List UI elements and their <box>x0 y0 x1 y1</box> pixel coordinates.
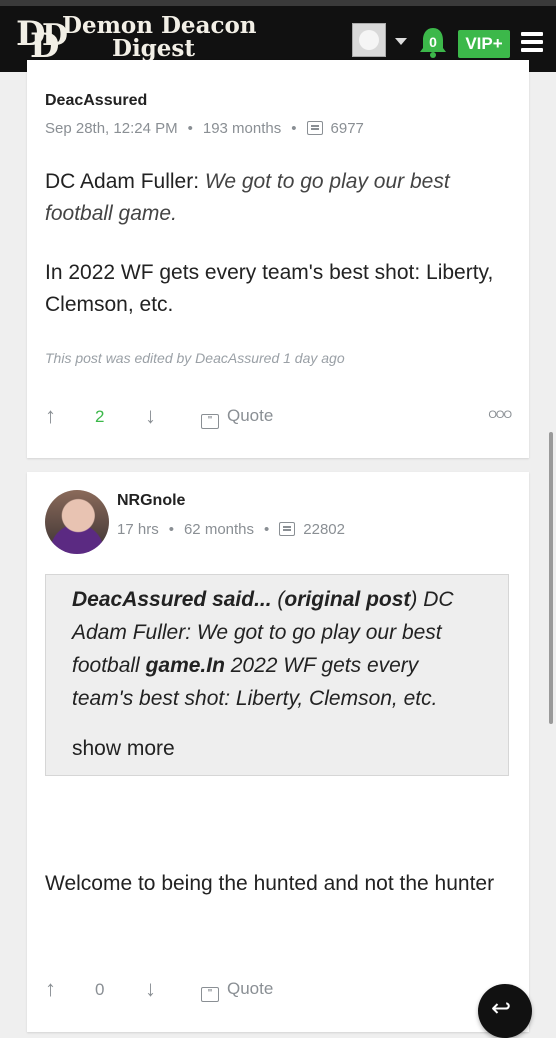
show-more-link[interactable]: show more <box>72 737 175 761</box>
quoted-post: DeacAssured said... (original post) DC A… <box>45 574 509 776</box>
arrow-up-icon[interactable]: ↑ <box>45 403 56 429</box>
more-options-icon[interactable]: OOO <box>488 409 512 421</box>
user-avatar-button[interactable] <box>352 23 386 57</box>
hamburger-menu-icon[interactable] <box>521 32 543 52</box>
post-count: 6977 <box>330 120 364 137</box>
quote-button[interactable]: " Quote <box>201 406 273 429</box>
arrow-up-icon[interactable]: ↑ <box>45 976 56 1002</box>
vote-count: 2 <box>95 407 105 426</box>
post-timestamp: Sep 28th, 12:24 PM <box>45 120 178 137</box>
quote-button[interactable]: " Quote <box>201 979 273 1002</box>
post-actions: ↑ 0 ↓ " Quote <box>45 976 511 1006</box>
post-meta: Sep 28th, 12:24 PM • 193 months • 6977 <box>45 120 364 137</box>
original-post-link[interactable]: original post <box>284 588 410 611</box>
quoted-author[interactable]: DeacAssured said... <box>72 588 272 611</box>
post-count: 22802 <box>303 521 345 538</box>
arrow-down-icon[interactable]: ↓ <box>145 976 156 1002</box>
reply-button[interactable]: ↩ <box>478 984 532 1038</box>
avatar[interactable] <box>45 490 109 554</box>
post-count-icon <box>306 121 323 135</box>
member-tenure: 62 months <box>183 521 255 538</box>
reply-icon: ↩ <box>491 995 512 1022</box>
notification-count: 0 <box>429 34 437 50</box>
post-count-icon <box>279 522 296 536</box>
post-meta: 17 hrs • 62 months • 22802 <box>117 521 345 538</box>
post-body-paragraph: In 2022 WF gets every team's best shot: … <box>45 261 494 316</box>
quote-label: Quote <box>227 979 274 998</box>
post-body: DC Adam Fuller: We got to go play our be… <box>45 166 515 230</box>
post-author[interactable]: DeacAssured <box>45 92 147 110</box>
post-author[interactable]: NRGnole <box>117 492 185 510</box>
post-body-lead: DC Adam Fuller: <box>45 170 205 193</box>
chevron-down-icon[interactable] <box>395 38 407 45</box>
arrow-down-icon[interactable]: ↓ <box>145 403 156 429</box>
scrollbar[interactable] <box>549 432 553 724</box>
logo-line-1: Demon Deacon <box>62 12 257 39</box>
post-body: Welcome to being the hunted and not the … <box>45 872 495 895</box>
post-actions: ↑ 2 ↓ " Quote OOO <box>45 403 512 433</box>
logo-line-2: Digest <box>112 35 195 62</box>
quote-label: Quote <box>227 406 274 425</box>
vote-count: 0 <box>95 980 105 999</box>
forum-post: NRGnole 17 hrs • 62 months • 22802 DeacAssur… <box>27 472 529 1032</box>
site-logo-text[interactable]: Demon Deacon Digest <box>62 14 257 60</box>
edited-note: This post was edited by DeacAssured 1 da… <box>45 350 345 366</box>
post-timestamp: 17 hrs <box>117 521 159 538</box>
quote-icon: " <box>201 414 219 429</box>
quoted-text: DeacAssured said... (original post) DC A… <box>72 588 454 710</box>
forum-post: DeacAssured Sep 28th, 12:24 PM • 193 month… <box>27 60 529 458</box>
vip-button[interactable]: VIP+ <box>458 30 510 58</box>
notifications-button[interactable]: 0 <box>418 26 448 60</box>
quote-icon: " <box>201 987 219 1002</box>
member-tenure: 193 months <box>202 120 282 137</box>
